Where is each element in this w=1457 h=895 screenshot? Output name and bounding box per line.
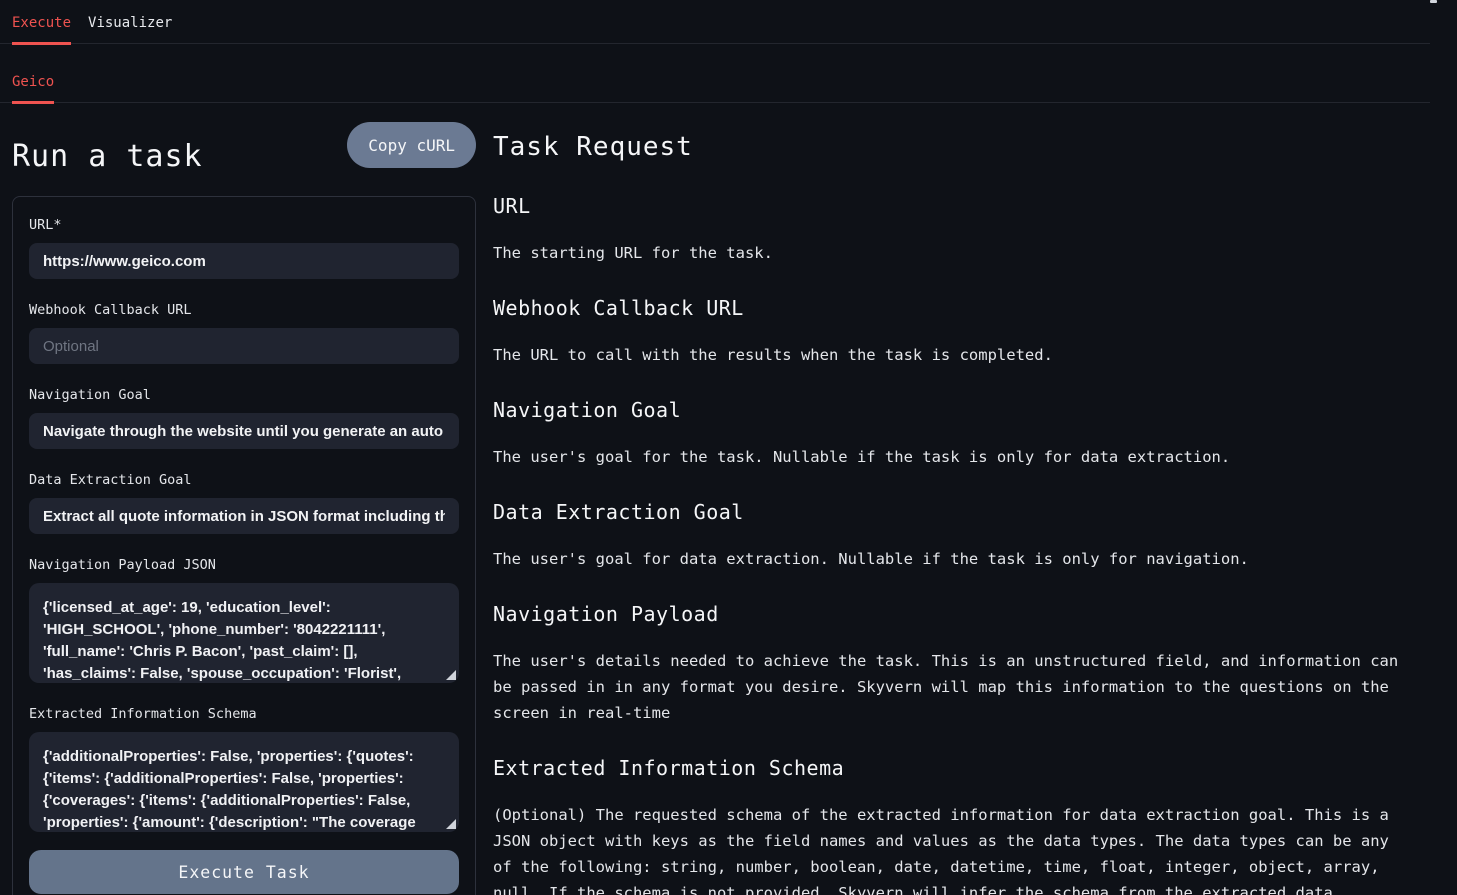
url-field-group: URL* <box>29 217 459 279</box>
extracted-schema-field-group: Extracted Information Schema {'additiona… <box>29 706 459 832</box>
doc-heading: Webhook Callback URL <box>493 295 1413 321</box>
doc-heading: Extracted Information Schema <box>493 755 1413 781</box>
doc-section-extracted-schema: Extracted Information Schema (Optional) … <box>493 755 1413 895</box>
doc-heading: URL <box>493 193 1413 219</box>
navigation-goal-field-group: Navigation Goal <box>29 387 459 449</box>
main-content: Run a task Copy cURL URL* Webhook Callba… <box>0 103 1457 895</box>
doc-body: The starting URL for the task. <box>493 240 1413 266</box>
task-form-panel: Run a task Copy cURL URL* Webhook Callba… <box>12 103 476 895</box>
page-title: Run a task <box>12 138 203 176</box>
data-extraction-goal-input[interactable] <box>29 498 459 534</box>
task-request-docs-panel: Task Request URL The starting URL for th… <box>493 103 1413 895</box>
tab-execute[interactable]: Execute <box>12 15 71 45</box>
extracted-schema-wrap: {'additionalProperties': False, 'propert… <box>29 732 459 832</box>
doc-section-navigation-goal: Navigation Goal The user's goal for the … <box>493 397 1413 470</box>
form-header: Run a task Copy cURL <box>12 122 476 176</box>
navigation-goal-input[interactable] <box>29 413 459 449</box>
doc-section-navigation-payload: Navigation Payload The user's details ne… <box>493 601 1413 726</box>
doc-body: The URL to call with the results when th… <box>493 342 1413 368</box>
url-input[interactable] <box>29 243 459 279</box>
webhook-field-group: Webhook Callback URL <box>29 302 459 364</box>
webhook-input[interactable] <box>29 328 459 364</box>
webhook-label: Webhook Callback URL <box>29 302 459 319</box>
doc-heading: Navigation Goal <box>493 397 1413 423</box>
execute-task-button[interactable]: Execute Task <box>29 850 459 894</box>
extracted-schema-textarea[interactable]: {'additionalProperties': False, 'propert… <box>29 732 459 832</box>
doc-body: (Optional) The requested schema of the e… <box>493 802 1413 895</box>
doc-section-webhook: Webhook Callback URL The URL to call wit… <box>493 295 1413 368</box>
navigation-payload-textarea[interactable]: {'licensed_at_age': 19, 'education_level… <box>29 583 459 683</box>
navigation-payload-label: Navigation Payload JSON <box>29 557 459 574</box>
data-extraction-goal-label: Data Extraction Goal <box>29 472 459 489</box>
extracted-schema-label: Extracted Information Schema <box>29 706 459 723</box>
url-label: URL* <box>29 217 459 234</box>
docs-title: Task Request <box>493 130 1413 164</box>
doc-body: The user's details needed to achieve the… <box>493 648 1413 726</box>
data-extraction-goal-field-group: Data Extraction Goal <box>29 472 459 534</box>
copy-curl-button[interactable]: Copy cURL <box>347 122 476 168</box>
navigation-goal-label: Navigation Goal <box>29 387 459 404</box>
scrollbar-thumb[interactable] <box>1430 0 1437 3</box>
doc-body: The user's goal for data extraction. Nul… <box>493 546 1413 572</box>
tab-visualizer[interactable]: Visualizer <box>88 15 172 45</box>
doc-heading: Navigation Payload <box>493 601 1413 627</box>
doc-section-url: URL The starting URL for the task. <box>493 193 1413 266</box>
secondary-tab-bar: Geico <box>0 44 1430 103</box>
navigation-payload-field-group: Navigation Payload JSON {'licensed_at_ag… <box>29 557 459 683</box>
navigation-payload-wrap: {'licensed_at_age': 19, 'education_level… <box>29 583 459 683</box>
doc-section-data-extraction-goal: Data Extraction Goal The user's goal for… <box>493 499 1413 572</box>
primary-tab-bar: Execute Visualizer <box>0 0 1430 44</box>
doc-heading: Data Extraction Goal <box>493 499 1413 525</box>
task-form-card: URL* Webhook Callback URL Navigation Goa… <box>12 196 476 895</box>
tab-geico[interactable]: Geico <box>12 74 54 104</box>
doc-body: The user's goal for the task. Nullable i… <box>493 444 1413 470</box>
